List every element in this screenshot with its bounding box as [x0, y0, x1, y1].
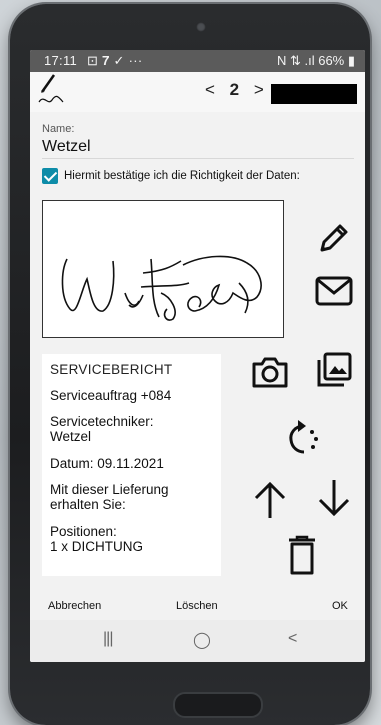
phone-bottom-frame — [173, 692, 263, 718]
status-time: 17:11 — [44, 53, 78, 68]
arrow-up-icon[interactable] — [252, 478, 288, 520]
arrow-down-icon[interactable] — [316, 478, 352, 520]
pager-next-button[interactable]: > — [249, 80, 269, 100]
service-report: SERVICEBERICHT Serviceauftrag +084 Servi… — [42, 354, 221, 576]
report-position-item: 1 x DICHTUNG — [50, 539, 144, 554]
app-bar: < 2 > — [30, 72, 365, 112]
pen-icon[interactable] — [316, 220, 352, 256]
redacted-field — [271, 84, 357, 104]
trash-icon[interactable] — [286, 534, 318, 576]
confirm-row[interactable]: Hiermit bestätige ich die Richtigkeit de… — [42, 168, 300, 184]
phone-frame: 17:11 ⊡ 𝟕 ✓ ··· N ⇅ .ıl 66% ▮ < 2 > Name… — [10, 4, 370, 725]
confirm-checkbox[interactable] — [42, 168, 58, 184]
status-icons: ⊡ 𝟕 ✓ ··· — [87, 53, 143, 68]
report-tech-name: Wetzel — [50, 429, 92, 444]
status-bar: 17:11 ⊡ 𝟕 ✓ ··· N ⇅ .ıl 66% ▮ — [30, 50, 365, 72]
status-right: N ⇅ .ıl 66% ▮ — [276, 53, 355, 68]
report-delivery-line2: erhalten Sie: — [50, 497, 126, 512]
name-field-underline — [42, 158, 354, 159]
name-label: Name: — [42, 123, 75, 135]
mail-icon[interactable] — [314, 274, 354, 308]
report-tech-label: Servicetechniker: — [50, 414, 154, 429]
report-title: SERVICEBERICHT — [50, 362, 173, 377]
signature-app-logo-icon — [38, 74, 64, 103]
back-button[interactable]: < — [288, 630, 297, 648]
gallery-icon[interactable] — [314, 350, 354, 390]
cancel-button[interactable]: Abbrechen — [48, 600, 101, 612]
system-nav-bar: ||| ◯ < — [30, 620, 365, 662]
report-order: Serviceauftrag +084 — [50, 388, 172, 403]
pager-prev-button[interactable]: < — [200, 80, 220, 100]
report-positions-label: Positionen: — [50, 524, 117, 539]
recent-apps-button[interactable]: ||| — [103, 630, 114, 648]
front-camera — [196, 22, 206, 32]
rotate-icon[interactable] — [284, 418, 322, 458]
pager-page-number: 2 — [229, 80, 240, 99]
camera-icon[interactable] — [250, 352, 290, 392]
name-field[interactable]: Wetzel — [42, 138, 91, 156]
delete-button[interactable]: Löschen — [176, 600, 218, 612]
status-left: 17:11 ⊡ 𝟕 ✓ ··· — [44, 53, 143, 69]
report-delivery-line1: Mit dieser Lieferung — [50, 482, 169, 497]
home-button[interactable]: ◯ — [193, 630, 211, 650]
signature-drawing — [61, 255, 262, 321]
screen: 17:11 ⊡ 𝟕 ✓ ··· N ⇅ .ıl 66% ▮ < 2 > Name… — [30, 50, 365, 662]
ok-button[interactable]: OK — [332, 600, 348, 612]
pager: < 2 > — [200, 80, 269, 100]
confirm-label: Hiermit bestätige ich die Richtigkeit de… — [64, 170, 300, 182]
report-date: Datum: 09.11.2021 — [50, 456, 164, 471]
signature-pad[interactable] — [42, 200, 284, 338]
action-bar: Abbrechen Löschen OK — [30, 588, 365, 620]
